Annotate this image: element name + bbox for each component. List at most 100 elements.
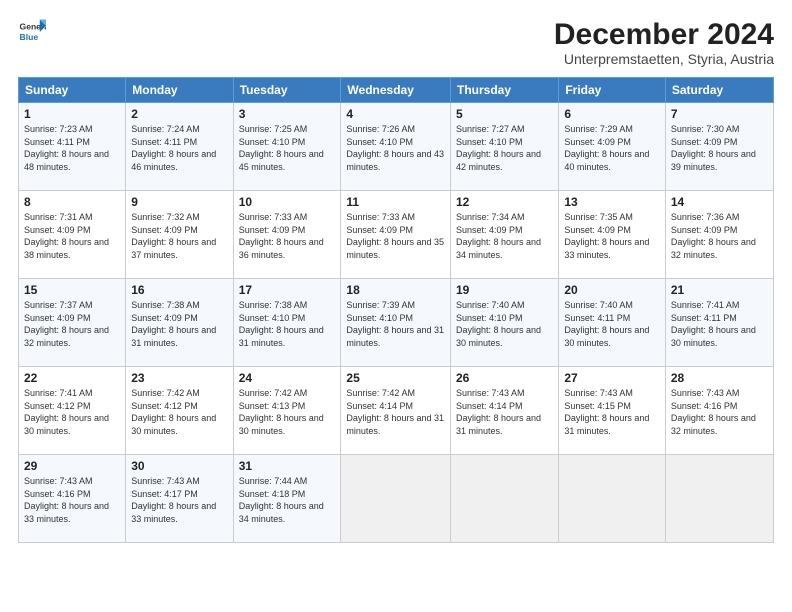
calendar-cell: 15 Sunrise: 7:37 AMSunset: 4:09 PMDaylig…	[19, 279, 126, 367]
day-info: Sunrise: 7:34 AMSunset: 4:09 PMDaylight:…	[456, 212, 541, 260]
day-number: 17	[239, 283, 336, 297]
calendar-cell: 3 Sunrise: 7:25 AMSunset: 4:10 PMDayligh…	[233, 103, 341, 191]
calendar-cell: 25 Sunrise: 7:42 AMSunset: 4:14 PMDaylig…	[341, 367, 451, 455]
svg-text:Blue: Blue	[20, 32, 39, 42]
day-info: Sunrise: 7:42 AMSunset: 4:13 PMDaylight:…	[239, 388, 324, 436]
day-number: 14	[671, 195, 768, 209]
calendar-cell: 24 Sunrise: 7:42 AMSunset: 4:13 PMDaylig…	[233, 367, 341, 455]
day-number: 20	[564, 283, 660, 297]
day-info: Sunrise: 7:40 AMSunset: 4:11 PMDaylight:…	[564, 300, 649, 348]
col-thursday: Thursday	[451, 78, 559, 103]
day-info: Sunrise: 7:37 AMSunset: 4:09 PMDaylight:…	[24, 300, 109, 348]
logo: General Blue	[18, 18, 48, 46]
col-sunday: Sunday	[19, 78, 126, 103]
day-number: 27	[564, 371, 660, 385]
calendar-cell: 20 Sunrise: 7:40 AMSunset: 4:11 PMDaylig…	[559, 279, 666, 367]
day-info: Sunrise: 7:32 AMSunset: 4:09 PMDaylight:…	[131, 212, 216, 260]
calendar-cell	[451, 455, 559, 543]
day-info: Sunrise: 7:31 AMSunset: 4:09 PMDaylight:…	[24, 212, 109, 260]
day-info: Sunrise: 7:30 AMSunset: 4:09 PMDaylight:…	[671, 124, 756, 172]
day-number: 30	[131, 459, 227, 473]
calendar-cell: 26 Sunrise: 7:43 AMSunset: 4:14 PMDaylig…	[451, 367, 559, 455]
day-number: 28	[671, 371, 768, 385]
day-info: Sunrise: 7:33 AMSunset: 4:09 PMDaylight:…	[239, 212, 324, 260]
calendar-week-row: 15 Sunrise: 7:37 AMSunset: 4:09 PMDaylig…	[19, 279, 774, 367]
day-number: 5	[456, 107, 553, 121]
calendar-cell: 14 Sunrise: 7:36 AMSunset: 4:09 PMDaylig…	[665, 191, 773, 279]
day-number: 3	[239, 107, 336, 121]
calendar-cell: 9 Sunrise: 7:32 AMSunset: 4:09 PMDayligh…	[126, 191, 233, 279]
calendar-cell: 12 Sunrise: 7:34 AMSunset: 4:09 PMDaylig…	[451, 191, 559, 279]
day-number: 29	[24, 459, 120, 473]
col-monday: Monday	[126, 78, 233, 103]
calendar-cell: 2 Sunrise: 7:24 AMSunset: 4:11 PMDayligh…	[126, 103, 233, 191]
day-info: Sunrise: 7:38 AMSunset: 4:10 PMDaylight:…	[239, 300, 324, 348]
day-number: 19	[456, 283, 553, 297]
day-number: 8	[24, 195, 120, 209]
logo-icon: General Blue	[18, 18, 46, 46]
day-number: 15	[24, 283, 120, 297]
calendar-week-row: 22 Sunrise: 7:41 AMSunset: 4:12 PMDaylig…	[19, 367, 774, 455]
day-info: Sunrise: 7:24 AMSunset: 4:11 PMDaylight:…	[131, 124, 216, 172]
day-number: 7	[671, 107, 768, 121]
day-info: Sunrise: 7:26 AMSunset: 4:10 PMDaylight:…	[346, 124, 444, 172]
day-number: 24	[239, 371, 336, 385]
day-number: 1	[24, 107, 120, 121]
calendar-cell: 16 Sunrise: 7:38 AMSunset: 4:09 PMDaylig…	[126, 279, 233, 367]
day-number: 23	[131, 371, 227, 385]
day-number: 26	[456, 371, 553, 385]
header: General Blue December 2024 Unterpremstae…	[18, 18, 774, 67]
day-number: 25	[346, 371, 445, 385]
calendar-cell: 27 Sunrise: 7:43 AMSunset: 4:15 PMDaylig…	[559, 367, 666, 455]
calendar-cell: 18 Sunrise: 7:39 AMSunset: 4:10 PMDaylig…	[341, 279, 451, 367]
calendar-cell: 21 Sunrise: 7:41 AMSunset: 4:11 PMDaylig…	[665, 279, 773, 367]
calendar-cell: 28 Sunrise: 7:43 AMSunset: 4:16 PMDaylig…	[665, 367, 773, 455]
day-number: 10	[239, 195, 336, 209]
calendar-cell	[559, 455, 666, 543]
calendar-cell: 29 Sunrise: 7:43 AMSunset: 4:16 PMDaylig…	[19, 455, 126, 543]
day-info: Sunrise: 7:39 AMSunset: 4:10 PMDaylight:…	[346, 300, 444, 348]
day-number: 4	[346, 107, 445, 121]
calendar-cell	[341, 455, 451, 543]
calendar-cell: 30 Sunrise: 7:43 AMSunset: 4:17 PMDaylig…	[126, 455, 233, 543]
subtitle: Unterpremstaetten, Styria, Austria	[554, 51, 774, 67]
calendar-cell: 8 Sunrise: 7:31 AMSunset: 4:09 PMDayligh…	[19, 191, 126, 279]
day-info: Sunrise: 7:23 AMSunset: 4:11 PMDaylight:…	[24, 124, 109, 172]
day-info: Sunrise: 7:41 AMSunset: 4:11 PMDaylight:…	[671, 300, 756, 348]
calendar-cell: 6 Sunrise: 7:29 AMSunset: 4:09 PMDayligh…	[559, 103, 666, 191]
day-number: 11	[346, 195, 445, 209]
day-info: Sunrise: 7:41 AMSunset: 4:12 PMDaylight:…	[24, 388, 109, 436]
day-info: Sunrise: 7:25 AMSunset: 4:10 PMDaylight:…	[239, 124, 324, 172]
day-number: 2	[131, 107, 227, 121]
calendar-cell: 23 Sunrise: 7:42 AMSunset: 4:12 PMDaylig…	[126, 367, 233, 455]
day-number: 12	[456, 195, 553, 209]
day-number: 18	[346, 283, 445, 297]
calendar-page: General Blue December 2024 Unterpremstae…	[0, 0, 792, 612]
day-info: Sunrise: 7:43 AMSunset: 4:15 PMDaylight:…	[564, 388, 649, 436]
col-tuesday: Tuesday	[233, 78, 341, 103]
calendar-cell: 17 Sunrise: 7:38 AMSunset: 4:10 PMDaylig…	[233, 279, 341, 367]
col-friday: Friday	[559, 78, 666, 103]
calendar-cell: 10 Sunrise: 7:33 AMSunset: 4:09 PMDaylig…	[233, 191, 341, 279]
calendar-table: Sunday Monday Tuesday Wednesday Thursday…	[18, 77, 774, 543]
main-title: December 2024	[554, 18, 774, 51]
calendar-week-row: 29 Sunrise: 7:43 AMSunset: 4:16 PMDaylig…	[19, 455, 774, 543]
day-info: Sunrise: 7:43 AMSunset: 4:17 PMDaylight:…	[131, 476, 216, 524]
day-info: Sunrise: 7:43 AMSunset: 4:16 PMDaylight:…	[24, 476, 109, 524]
day-info: Sunrise: 7:29 AMSunset: 4:09 PMDaylight:…	[564, 124, 649, 172]
calendar-cell: 22 Sunrise: 7:41 AMSunset: 4:12 PMDaylig…	[19, 367, 126, 455]
day-info: Sunrise: 7:43 AMSunset: 4:16 PMDaylight:…	[671, 388, 756, 436]
title-block: December 2024 Unterpremstaetten, Styria,…	[554, 18, 774, 67]
calendar-cell: 7 Sunrise: 7:30 AMSunset: 4:09 PMDayligh…	[665, 103, 773, 191]
day-info: Sunrise: 7:44 AMSunset: 4:18 PMDaylight:…	[239, 476, 324, 524]
day-info: Sunrise: 7:42 AMSunset: 4:14 PMDaylight:…	[346, 388, 444, 436]
calendar-cell: 5 Sunrise: 7:27 AMSunset: 4:10 PMDayligh…	[451, 103, 559, 191]
day-info: Sunrise: 7:36 AMSunset: 4:09 PMDaylight:…	[671, 212, 756, 260]
day-number: 31	[239, 459, 336, 473]
day-number: 6	[564, 107, 660, 121]
day-number: 22	[24, 371, 120, 385]
day-info: Sunrise: 7:33 AMSunset: 4:09 PMDaylight:…	[346, 212, 444, 260]
day-number: 16	[131, 283, 227, 297]
calendar-cell: 11 Sunrise: 7:33 AMSunset: 4:09 PMDaylig…	[341, 191, 451, 279]
day-info: Sunrise: 7:38 AMSunset: 4:09 PMDaylight:…	[131, 300, 216, 348]
